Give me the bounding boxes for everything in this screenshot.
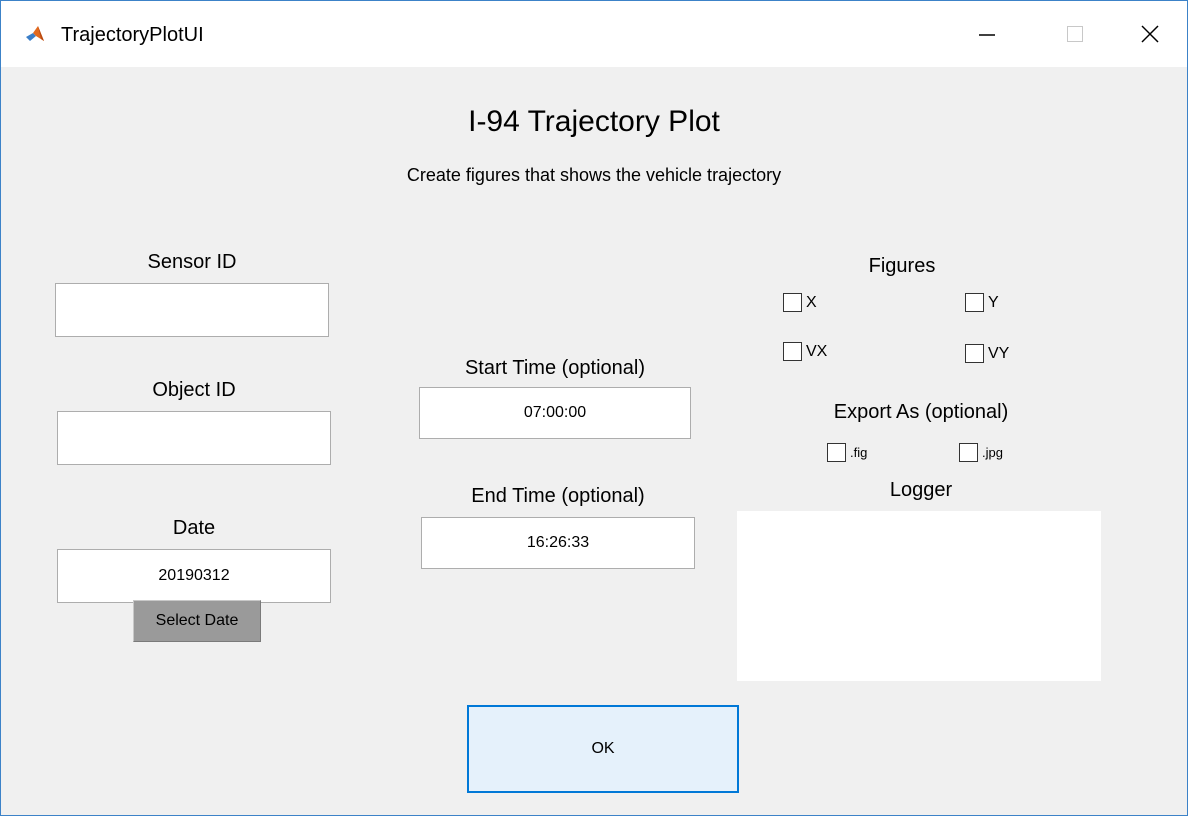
date-field[interactable] bbox=[57, 549, 331, 603]
end-time-field[interactable] bbox=[421, 517, 695, 569]
export-as-label: Export As (optional) bbox=[833, 401, 1009, 423]
window-title: TrajectoryPlotUI bbox=[61, 24, 204, 46]
end-time-label: End Time (optional) bbox=[471, 485, 645, 507]
start-time-field[interactable] bbox=[419, 387, 691, 439]
title-bar[interactable]: TrajectoryPlotUI bbox=[1, 1, 1187, 67]
date-label: Date bbox=[172, 517, 216, 539]
figure-vx-checkbox[interactable]: VX bbox=[783, 342, 827, 361]
export-jpg-checkbox[interactable]: .jpg bbox=[959, 443, 1003, 462]
minimize-button[interactable] bbox=[941, 1, 1033, 67]
figure-x-checkbox[interactable]: X bbox=[783, 293, 817, 312]
maximize-button[interactable] bbox=[1029, 1, 1121, 67]
close-button[interactable] bbox=[1113, 1, 1187, 67]
export-fig-label: .fig bbox=[850, 445, 868, 460]
start-time-label: Start Time (optional) bbox=[464, 357, 646, 379]
figure-y-checkbox[interactable]: Y bbox=[965, 293, 999, 312]
page-subtitle: Create figures that shows the vehicle tr… bbox=[406, 165, 782, 185]
checkbox-box[interactable] bbox=[965, 344, 984, 363]
sensor-id-label: Sensor ID bbox=[147, 251, 237, 273]
page-title: I-94 Trajectory Plot bbox=[468, 105, 720, 138]
maximize-icon bbox=[1067, 26, 1083, 42]
checkbox-box[interactable] bbox=[827, 443, 846, 462]
ok-button[interactable]: OK bbox=[467, 705, 739, 793]
figure-vx-label: VX bbox=[806, 342, 828, 360]
figure-x-label: X bbox=[806, 293, 817, 311]
object-id-field[interactable] bbox=[57, 411, 331, 465]
checkbox-box[interactable] bbox=[783, 342, 802, 361]
checkbox-box[interactable] bbox=[783, 293, 802, 312]
app-window: TrajectoryPlotUI I-94 Trajectory Plot Cr… bbox=[0, 0, 1188, 816]
figure-y-label: Y bbox=[988, 293, 999, 311]
figures-label: Figures bbox=[868, 255, 936, 277]
matlab-app-icon bbox=[26, 26, 44, 41]
logger-label: Logger bbox=[889, 479, 953, 501]
close-icon bbox=[1141, 25, 1159, 43]
checkbox-box[interactable] bbox=[965, 293, 984, 312]
minimize-icon bbox=[979, 34, 995, 36]
object-id-label: Object ID bbox=[152, 379, 236, 401]
figure-vy-checkbox[interactable]: VY bbox=[965, 344, 1009, 363]
export-fig-checkbox[interactable]: .fig bbox=[827, 443, 867, 462]
export-jpg-label: .jpg bbox=[982, 445, 1003, 460]
select-date-button[interactable]: Select Date bbox=[133, 600, 261, 642]
logger-area[interactable] bbox=[737, 511, 1101, 681]
sensor-id-field[interactable] bbox=[55, 283, 329, 337]
checkbox-box[interactable] bbox=[959, 443, 978, 462]
figure-vy-label: VY bbox=[988, 344, 1010, 362]
